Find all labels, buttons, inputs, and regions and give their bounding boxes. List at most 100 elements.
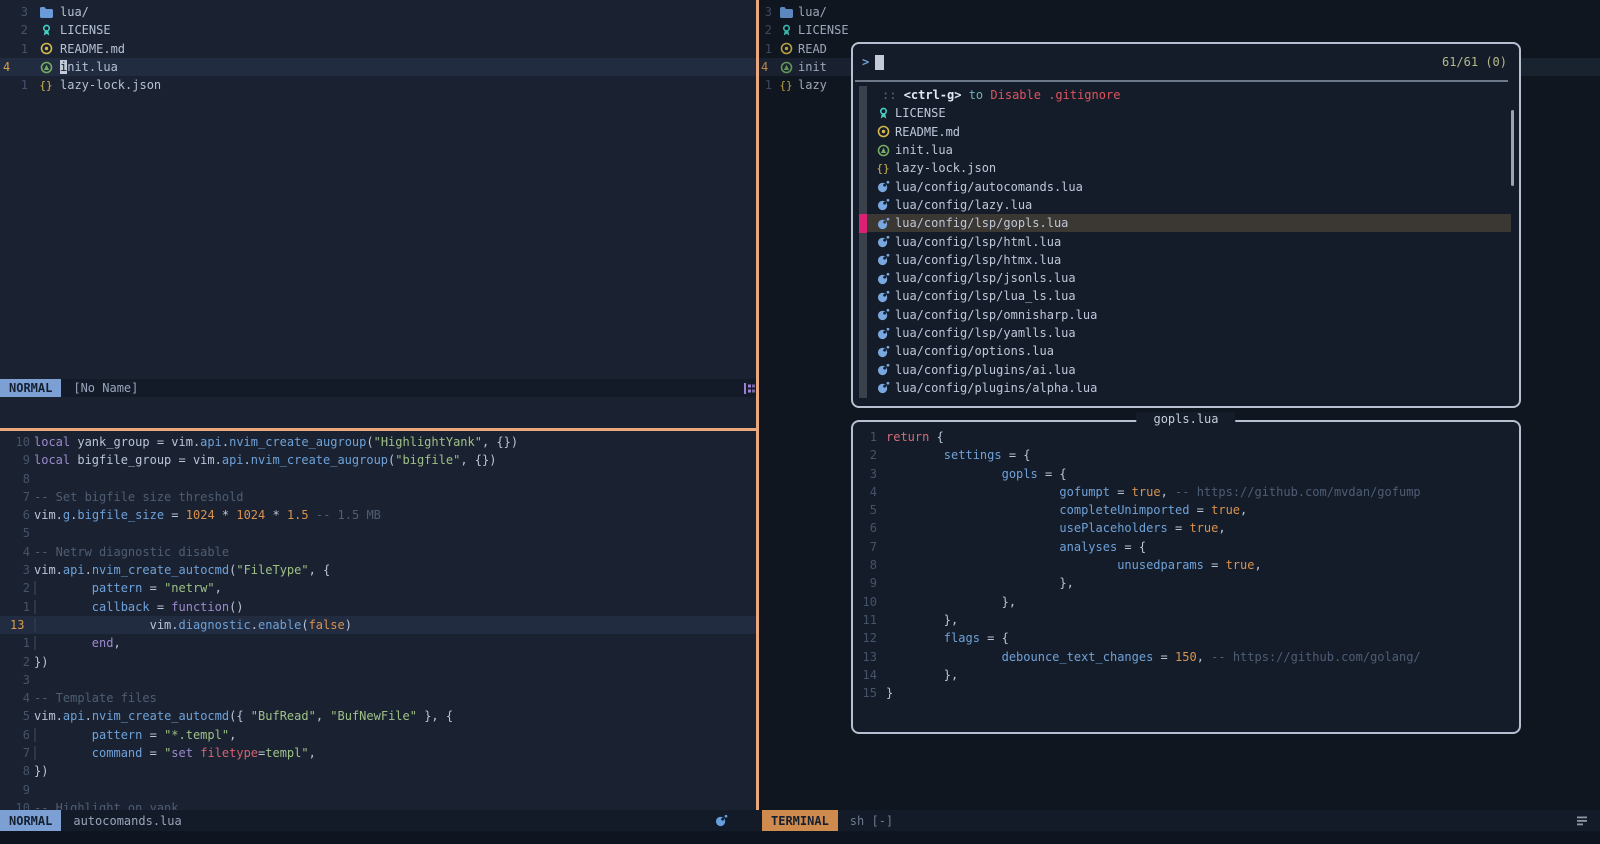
left-column: 3lua/2LICENSE1README.md4init.lua1{}lazy-… — [0, 0, 756, 810]
readme-icon — [875, 125, 891, 138]
code-line: 10-- Highlight on yank — [0, 799, 756, 810]
picker-item-name: lua/config/lsp/htmx.lua — [895, 253, 1061, 267]
mode-chip-terminal: TERMINAL — [762, 810, 838, 831]
line-number: 12 — [853, 629, 877, 647]
prompt-cursor — [875, 55, 884, 70]
line-number: 13 — [0, 616, 30, 634]
lua-icon — [875, 308, 891, 321]
picker-item[interactable]: lua/config/lsp/yamlls.lua — [865, 324, 1511, 342]
folder-icon — [38, 7, 54, 18]
picker-item[interactable]: README.md — [865, 123, 1511, 141]
explorer-row[interactable]: 1README.md — [0, 40, 756, 58]
code-line: 2 pattern = "netrw", — [0, 579, 756, 597]
picker-item-name: lua/config/lsp/lua_ls.lua — [895, 289, 1076, 303]
file-explorer-left[interactable]: 3 lua/2LICENSE1README.md4init.lua1{}lazy-… — [0, 0, 756, 94]
picker-item[interactable]: lua/config/lsp/omnisharp.lua — [865, 306, 1511, 324]
line-number: 2 — [853, 446, 877, 464]
code-line: 8}) — [0, 762, 756, 780]
code-line: 9 — [0, 781, 756, 799]
line-number: 9 — [0, 781, 30, 799]
picker-item[interactable]: {}lazy-lock.json — [865, 159, 1511, 177]
nvim-screen: 3lua/2LICENSE1README.md4init.lua1{}lazy-… — [0, 0, 1600, 844]
line-number: 6 — [0, 506, 30, 524]
lua-init-icon — [875, 144, 891, 157]
explorer-row[interactable]: 4init.lua — [0, 58, 756, 76]
line-number: 8 — [0, 470, 30, 488]
mode-chip-normal: NORMAL — [0, 379, 61, 397]
picker-item-name: lua/config/plugins/alpha.lua — [895, 381, 1097, 395]
code-line: 8 — [0, 470, 756, 488]
code-line: 2 settings = { — [853, 446, 1519, 464]
line-number: 7 — [0, 488, 30, 506]
picker-item[interactable]: init.lua — [865, 141, 1511, 159]
picker-item[interactable]: LICENSE — [865, 104, 1511, 122]
line-number: 10 — [0, 433, 30, 451]
line-number: 8 — [0, 762, 30, 780]
lua-icon — [875, 180, 891, 193]
picker-item[interactable]: lua/config/options.lua — [865, 342, 1511, 360]
statusline-filename: [No Name] — [73, 381, 138, 395]
explorer-row[interactable]: 1{}lazy-lock.json — [0, 76, 756, 94]
line-number: 4 — [759, 60, 772, 74]
file-name: LICENSE — [60, 23, 111, 37]
window-separator-vertical[interactable] — [756, 0, 759, 810]
picker-item[interactable]: lua/config/lsp/html.lua — [865, 232, 1511, 250]
picker-item[interactable]: lua/config/lsp/gopls.lua — [865, 214, 1511, 232]
readme-icon — [38, 42, 54, 55]
file-name: READ — [798, 42, 827, 56]
file-name: lua/ — [60, 5, 89, 19]
picker-results: LICENSE README.md init.lua{}lazy-lock.json… — [853, 104, 1519, 397]
file-name: lazy — [798, 78, 827, 92]
picker-item[interactable]: lua/config/lsp/lua_ls.lua — [865, 287, 1511, 305]
license-icon — [779, 24, 793, 37]
line-number: 1 — [759, 78, 772, 92]
line-number: 14 — [853, 666, 877, 684]
code-line: 8 unusedparams = true, — [853, 556, 1519, 574]
explorer-row[interactable]: 2LICENSE — [0, 21, 756, 39]
picker-scrollbar[interactable] — [1511, 110, 1514, 186]
line-number: 11 — [853, 611, 877, 629]
fzf-picker: > 61/61 (0) :: <ctrl-g> to Disable .giti… — [851, 42, 1521, 408]
command-line[interactable] — [0, 831, 1600, 844]
mode-chip-normal: NORMAL — [0, 810, 61, 831]
picker-prompt[interactable]: > 61/61 (0) — [853, 44, 1519, 80]
code-line: 13 vim.diagnostic.enable(false) — [0, 616, 756, 634]
picker-item[interactable]: lua/config/autocomands.lua — [865, 177, 1511, 195]
code-line: 1 end, — [0, 634, 756, 652]
code-line: 3 — [0, 671, 756, 689]
preview-title: gopls.lua — [1136, 412, 1235, 426]
picker-item[interactable]: lua/config/lsp/htmx.lua — [865, 251, 1511, 269]
line-number: 4 — [0, 60, 28, 74]
picker-item-name: lua/config/lazy.lua — [895, 198, 1032, 212]
code-window-autocmds[interactable]: 10local yank_group = vim.api.nvim_create… — [0, 431, 756, 810]
picker-item[interactable]: lua/config/plugins/ai.lua — [865, 360, 1511, 378]
code-line: 1return { — [853, 428, 1519, 446]
picker-item[interactable]: lua/config/plugins/alpha.lua — [865, 379, 1511, 397]
code-line: 15} — [853, 684, 1519, 702]
prompt-separator — [855, 80, 1508, 82]
code-line: 4-- Netrw diagnostic disable — [0, 543, 756, 561]
window-separator-horizontal[interactable] — [0, 428, 756, 431]
picker-gutter — [859, 86, 867, 398]
picker-item-name: LICENSE — [895, 106, 946, 120]
picker-item-name: lazy-lock.json — [895, 161, 996, 175]
code-line: 14 }, — [853, 666, 1519, 684]
explorer-row[interactable]: 2LICENSE — [759, 21, 1600, 39]
code-line: 7 command = "set filetype=templ", — [0, 744, 756, 762]
lua-init-icon — [38, 61, 54, 74]
explorer-row[interactable]: 3lua/ — [759, 3, 1600, 21]
code-line: 6 usePlaceholders = true, — [853, 519, 1519, 537]
file-name: lua/ — [798, 5, 827, 19]
preview-code[interactable]: 1return {2 settings = {3 gopls = {4 gofu… — [853, 428, 1519, 702]
picker-item-name: README.md — [895, 125, 960, 139]
code-line: 11 }, — [853, 611, 1519, 629]
folder-icon — [779, 7, 793, 18]
picker-item-name: lua/config/lsp/jsonls.lua — [895, 271, 1076, 285]
line-number: 3 — [0, 5, 28, 19]
picker-item[interactable]: lua/config/lazy.lua — [865, 196, 1511, 214]
line-number: 5 — [0, 707, 30, 725]
picker-item[interactable]: lua/config/lsp/jsonls.lua — [865, 269, 1511, 287]
line-number: 2 — [0, 653, 30, 671]
line-number: 4 — [0, 543, 30, 561]
explorer-row[interactable]: 3 lua/ — [0, 3, 756, 21]
